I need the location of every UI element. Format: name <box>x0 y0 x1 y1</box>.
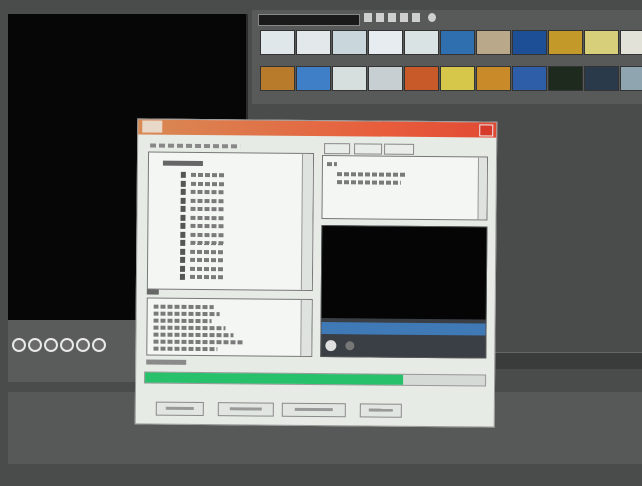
tab[interactable] <box>384 143 415 155</box>
media-thumbnail[interactable] <box>584 30 619 55</box>
media-thumbnail[interactable] <box>476 66 511 91</box>
progress-bar <box>144 371 487 387</box>
list-item[interactable] <box>336 172 407 177</box>
gallery-tool-icon[interactable] <box>364 13 372 22</box>
settings-list-item[interactable] <box>190 172 225 178</box>
info-scrollbar[interactable] <box>300 299 312 356</box>
file-list-header <box>326 162 337 167</box>
gallery-tool-icon[interactable] <box>400 13 408 22</box>
settings-list-item[interactable] <box>190 181 225 186</box>
progress-label <box>146 359 187 365</box>
media-thumbnail[interactable] <box>584 66 619 91</box>
media-thumbnail[interactable] <box>332 66 367 91</box>
dialog-button[interactable] <box>359 403 402 418</box>
prev-frame-icon[interactable] <box>28 338 42 352</box>
tab[interactable] <box>324 143 351 155</box>
media-thumbnail[interactable] <box>620 66 642 91</box>
export-dialog <box>134 118 498 428</box>
media-thumbnail[interactable] <box>260 30 295 55</box>
info-text-line <box>153 339 244 345</box>
player-screen <box>321 226 487 320</box>
settings-list-item[interactable] <box>190 240 225 246</box>
settings-list-item[interactable] <box>190 206 225 212</box>
info-text-line <box>153 318 212 324</box>
close-icon[interactable] <box>479 124 494 137</box>
media-thumbnail[interactable] <box>368 66 403 91</box>
dialog-button[interactable] <box>155 401 204 417</box>
file-list-scrollbar[interactable] <box>477 157 488 220</box>
settings-list-item[interactable] <box>190 215 225 220</box>
settings-list[interactable] <box>146 151 315 291</box>
tab-strip <box>324 143 484 155</box>
info-label <box>146 289 159 295</box>
settings-list-item[interactable] <box>190 223 225 229</box>
rewind-icon[interactable] <box>12 338 26 352</box>
settings-list-item[interactable] <box>190 257 225 263</box>
media-thumbnail[interactable] <box>332 30 367 55</box>
dialog-title <box>142 120 163 133</box>
media-thumbnail[interactable] <box>404 66 439 91</box>
dialog-titlebar[interactable] <box>138 119 497 138</box>
preview-player <box>320 225 488 359</box>
settings-list-item[interactable] <box>190 189 225 195</box>
dialog-heading <box>150 143 241 149</box>
gallery-category-select[interactable] <box>258 14 360 26</box>
dialog-button[interactable] <box>281 402 346 418</box>
info-text-line <box>153 325 226 331</box>
gallery-tool-icon[interactable] <box>428 13 436 22</box>
play-icon[interactable] <box>325 340 337 352</box>
gallery-tool-icon[interactable] <box>412 13 420 22</box>
media-thumbnail[interactable] <box>404 30 439 55</box>
play-icon[interactable] <box>44 338 58 352</box>
tab[interactable] <box>354 143 383 155</box>
player-seek-bar[interactable] <box>321 322 486 336</box>
info-text-line <box>153 304 214 310</box>
info-text-line <box>153 332 234 338</box>
stop-icon[interactable] <box>92 338 106 352</box>
media-thumbnail[interactable] <box>260 66 295 91</box>
media-thumbnail[interactable] <box>296 30 331 55</box>
stop-icon[interactable] <box>345 341 355 351</box>
media-thumbnail[interactable] <box>512 66 547 91</box>
progress-bar-fill <box>145 372 404 385</box>
media-thumbnail[interactable] <box>440 66 475 91</box>
media-thumbnail[interactable] <box>296 66 331 91</box>
media-thumbnail[interactable] <box>620 30 642 55</box>
settings-list-item[interactable] <box>189 274 224 280</box>
settings-list-item[interactable] <box>190 249 225 254</box>
fast-forward-icon[interactable] <box>76 338 90 352</box>
media-thumbnail[interactable] <box>512 30 547 55</box>
file-list[interactable] <box>321 155 489 221</box>
settings-list-item[interactable] <box>190 198 225 203</box>
dialog-button[interactable] <box>217 402 274 417</box>
media-gallery <box>252 10 642 104</box>
settings-list-item[interactable] <box>190 266 225 271</box>
media-thumbnail[interactable] <box>476 30 511 55</box>
settings-list-header <box>162 160 203 167</box>
next-frame-icon[interactable] <box>60 338 74 352</box>
settings-list-scrollbar[interactable] <box>300 153 314 290</box>
media-thumbnail[interactable] <box>368 30 403 55</box>
media-thumbnail[interactable] <box>548 30 583 55</box>
settings-list-item[interactable] <box>190 232 225 237</box>
gallery-tool-icon[interactable] <box>376 13 384 22</box>
info-text-line <box>153 311 220 317</box>
info-text-panel <box>146 297 313 357</box>
info-text-line <box>153 346 218 352</box>
gallery-tool-icon[interactable] <box>388 13 396 22</box>
media-thumbnail[interactable] <box>548 66 583 91</box>
media-thumbnail[interactable] <box>440 30 475 55</box>
list-item[interactable] <box>336 180 401 185</box>
